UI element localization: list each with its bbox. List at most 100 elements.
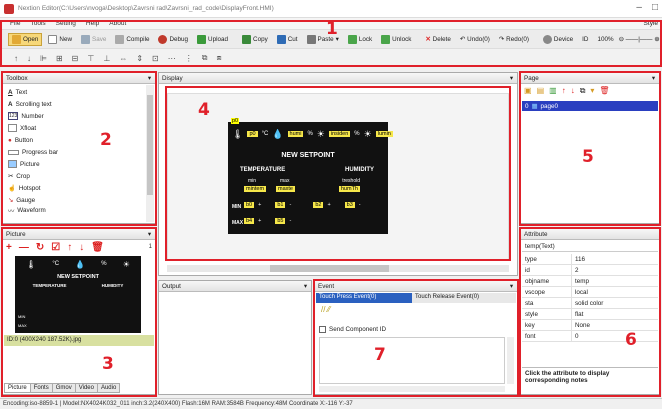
insert-page-icon[interactable]: ▤ [537,86,545,96]
menu-file[interactable]: File [10,20,20,27]
toolbox-item-text[interactable]: A Text [5,86,145,98]
pin-icon[interactable]: ▾ [148,73,151,84]
spacing-v-icon[interactable]: ⋮ [185,54,193,63]
toolbox-item-crop[interactable]: ✂ Crop [5,170,145,182]
event-code-editor[interactable] [319,337,505,384]
temp-field[interactable]: p0 [247,131,258,137]
toolbox-item-button[interactable]: ● Button [5,134,145,146]
b3-button[interactable]: b3 [344,202,355,208]
zoom-level[interactable]: 100% ⊖ ——|—— ⊕ [594,35,662,44]
mintemp-field[interactable]: mintem [244,186,267,192]
delete-page-icon[interactable]: 🗑 [599,86,609,96]
align-center-icon[interactable]: ⊞ [56,54,63,63]
open-button[interactable]: Open [8,32,43,46]
humi-field[interactable]: humi [287,131,304,137]
same-height-icon[interactable]: ⇕ [136,54,143,63]
dropdown-icon[interactable]: ▾ [510,73,513,84]
humth-field[interactable]: humTh [338,186,360,192]
copy-page-icon[interactable]: ⧉ [580,86,586,96]
menu-about[interactable]: About [109,20,126,27]
b4-button[interactable]: b4 [244,218,255,224]
unlock-button[interactable]: Unlock [378,34,414,45]
redo-button[interactable]: ↷ Redo(0) [496,35,532,44]
spacing-h-icon[interactable]: ⋯ [168,54,176,63]
align-top-icon[interactable]: ⊤ [87,54,94,63]
trash-icon[interactable]: 🗑 [91,242,104,253]
tab-video[interactable]: Video [74,383,98,393]
debug-button[interactable]: Debug [155,34,191,45]
attr-row-id[interactable]: id 2 [522,265,658,276]
move-down-icon[interactable]: ↓ [79,242,84,253]
copy-button[interactable]: Copy [239,34,271,45]
new-button[interactable]: New [45,34,75,45]
picture-thumbnail[interactable]: 🌡 °C 💧% ☀ NEW SETPOINT TEMPERATURE HUMIDIT… [15,256,141,333]
toolbox-item-xfloat[interactable]: Xfloat [5,122,145,134]
id-toggle[interactable]: ID [579,35,591,44]
minimize-icon[interactable]: – [636,2,642,13]
toolbox-item-number[interactable]: 123 Number [5,110,145,122]
add-icon[interactable]: + [6,242,12,253]
remove-icon[interactable]: — [19,242,29,253]
attr-row-type[interactable]: type 116 [522,254,658,265]
align-up-icon[interactable]: ↑ [14,54,18,63]
event-hscrollbar[interactable] [319,386,505,392]
attr-row-objname[interactable]: objname temp [522,276,658,287]
page-list-item[interactable]: 0 ▦ page0 [522,101,658,111]
export-page-icon[interactable]: ▾ [590,86,594,96]
attr-row-vscope[interactable]: vscope local [522,287,658,298]
send-back-icon[interactable]: ⧈ [216,53,221,63]
menu-setting[interactable]: Setting [56,20,76,27]
display-hscrollbar[interactable] [167,265,509,272]
compile-button[interactable]: Compile [112,34,152,45]
toolbox-item-progress-bar[interactable]: Progress bar [5,146,145,158]
page-down-icon[interactable]: ↓ [571,86,575,96]
maximize-icon[interactable]: □ [652,2,658,13]
insidehum-field[interactable]: insiden [328,131,351,137]
page-up-icon[interactable]: ↑ [562,86,566,96]
toolbox-scrollbar[interactable] [146,85,154,222]
move-up-icon[interactable]: ↑ [67,242,72,253]
add-page-icon[interactable]: ▣ [524,86,532,96]
event-vscrollbar[interactable] [507,337,514,384]
maxtemp-field[interactable]: maxte [276,186,295,192]
upload-button[interactable]: Upload [194,34,231,45]
tab-picture[interactable]: Picture [4,383,31,393]
pin-icon[interactable]: ▾ [148,229,151,240]
toolbox-item-picture[interactable]: Picture [5,158,145,170]
tab-touch-release[interactable]: Touch Release Event(0) [412,293,516,303]
align-middle-icon[interactable]: ⊥ [103,54,110,63]
import-page-icon[interactable]: ▥ [549,86,557,96]
attr-row-style[interactable]: style flat [522,309,658,320]
send-component-id-checkbox[interactable] [319,326,326,333]
toolbox-item-hotspot[interactable]: ☝ Hotspot [5,182,145,194]
b2-button[interactable]: b2 [313,202,324,208]
same-size-icon[interactable]: ⊡ [152,54,159,63]
menu-tools[interactable]: Tools [30,20,45,27]
align-right-icon[interactable]: ⊟ [72,54,79,63]
attr-row-sta[interactable]: sta solid color [522,298,658,309]
pin-icon[interactable]: ▾ [304,281,307,292]
same-width-icon[interactable]: ⇔ [119,54,127,63]
lock-button[interactable]: Lock [345,34,375,45]
edit-icon[interactable]: ☑ [51,242,60,253]
display-canvas[interactable]: p0 🌡 p0 °C 💧 humi % ☀ insiden % ☀ lumin … [167,93,509,261]
cut-button[interactable]: Cut [274,34,301,45]
menu-help[interactable]: Help [86,20,99,27]
pin-icon[interactable]: ▾ [652,73,655,84]
refresh-icon[interactable]: ↻ [36,242,44,253]
toolbox-item-gauge[interactable]: ↘ Gauge [5,194,145,206]
bring-front-icon[interactable]: ⧉ [202,53,208,63]
b5-button[interactable]: b5 [275,218,286,224]
delete-button[interactable]: ✕ Delete [422,35,453,44]
undo-button[interactable]: ↶ Undo(0) [457,35,493,44]
tab-gmov[interactable]: Gmov [51,383,76,393]
attr-row-font[interactable]: font 0 [522,331,658,342]
tab-touch-press[interactable]: Touch Press Event(0) [316,293,412,303]
picture-item[interactable]: ID:0 (400X240 187.52K).jpg [4,335,154,346]
b1-button[interactable]: b1 [275,202,286,208]
menu-style[interactable]: Style [644,18,658,29]
attr-row-key[interactable]: key None [522,320,658,331]
tab-audio[interactable]: Audio [96,383,121,393]
align-down-icon[interactable]: ↓ [27,54,31,63]
toolbox-item-scrolling-text[interactable]: A Scrolling text [5,98,145,110]
